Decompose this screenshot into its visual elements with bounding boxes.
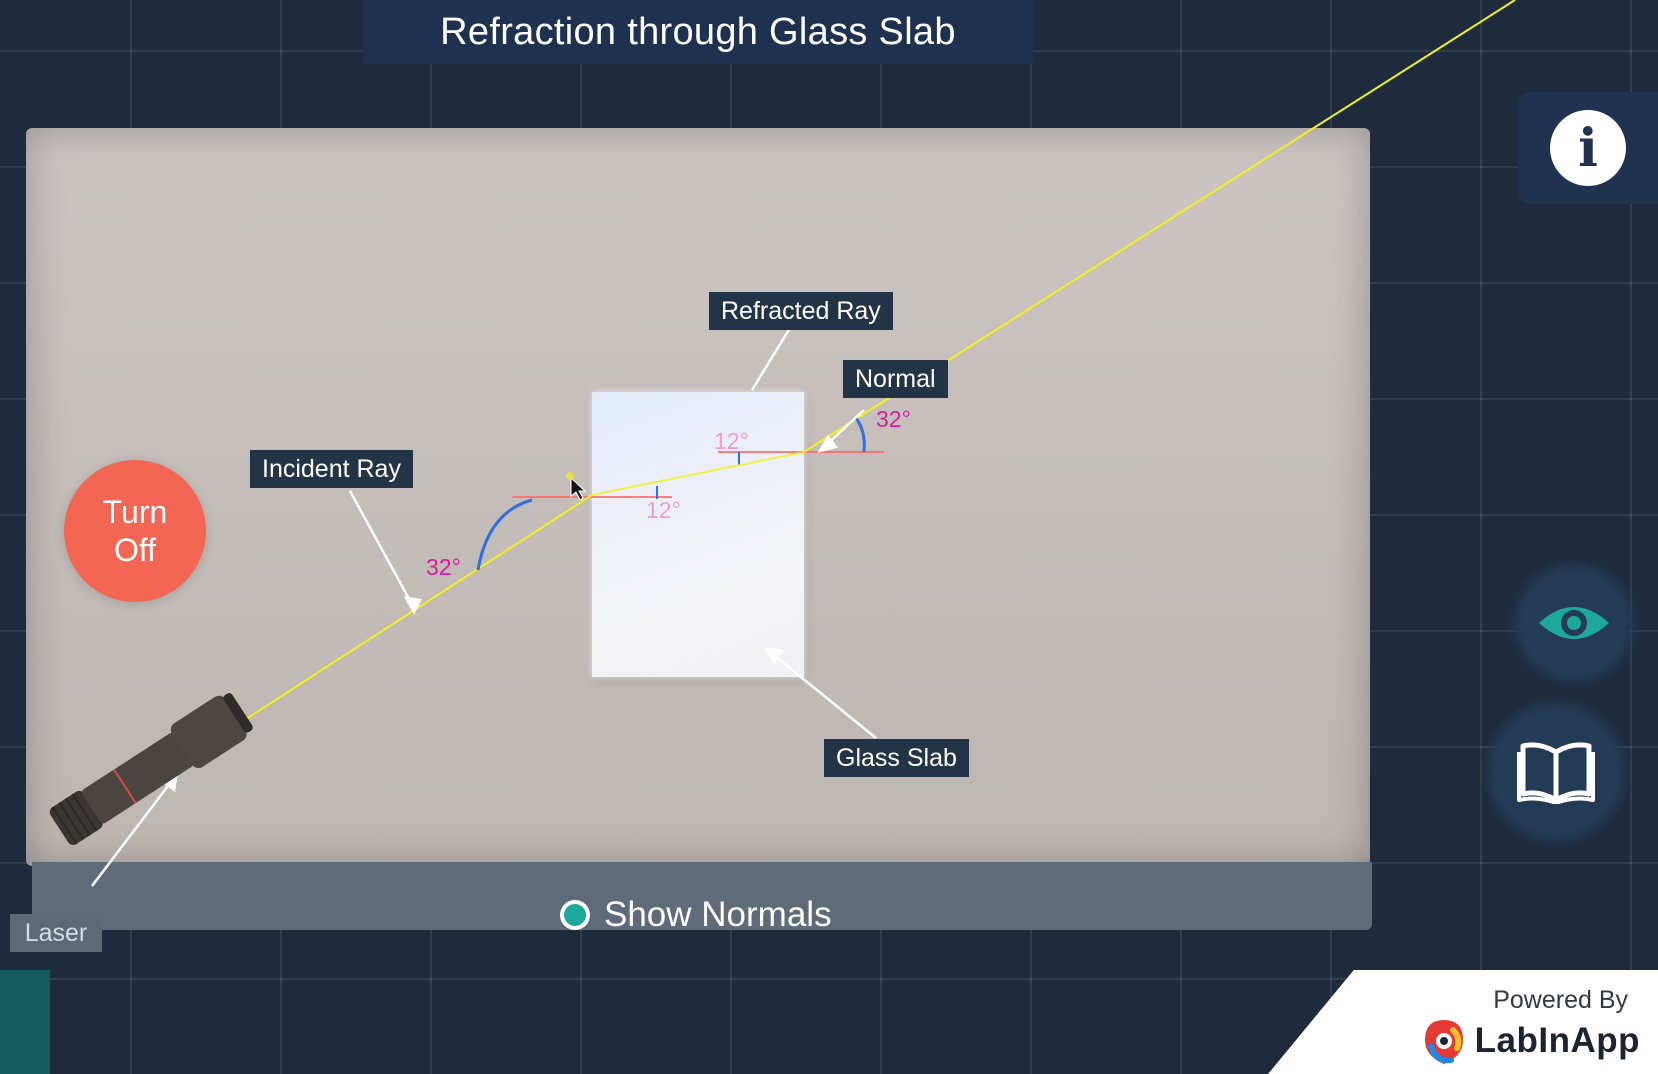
- book-icon: [1517, 742, 1595, 804]
- refraction-entry-angle-label: 12°: [646, 497, 681, 523]
- info-button[interactable]: i: [1518, 92, 1658, 204]
- emergence-angle-arc: [854, 417, 866, 453]
- labinapp-logo-icon: [1424, 1020, 1463, 1064]
- book-button[interactable]: [1482, 698, 1630, 846]
- simulation-stage: Refraction through Glass Slab 32° 12° 12…: [0, 0, 1658, 1074]
- brand-logo: LabInApp: [1421, 1016, 1640, 1066]
- refracted-ray-label: Refracted Ray: [709, 292, 893, 330]
- laser-device: [49, 693, 253, 845]
- turn-off-label: Turn Off: [102, 494, 168, 568]
- powered-by-text: Powered By: [1493, 986, 1628, 1014]
- brand-name: LabInApp: [1474, 1021, 1640, 1060]
- refraction-exit-angle-label: 12°: [714, 428, 749, 454]
- turn-off-button[interactable]: Turn Off: [64, 460, 206, 602]
- laser-label: Laser: [10, 914, 102, 952]
- emergence-angle-label: 32°: [876, 406, 911, 432]
- eye-icon: [1539, 607, 1609, 639]
- corner-panel: [0, 970, 50, 1074]
- show-normals-toggle[interactable]: Show Normals: [560, 895, 832, 935]
- info-icon: i: [1550, 110, 1626, 186]
- refracted-ray-pointer: [750, 327, 792, 391]
- incidence-angle-arc: [476, 498, 533, 571]
- incident-ray-pointer: [348, 490, 416, 609]
- show-normals-radio[interactable]: [560, 900, 590, 930]
- mouse-cursor: [566, 472, 587, 501]
- glass-slab-label: Glass Slab: [824, 739, 969, 777]
- incident-ray-label: Incident Ray: [250, 450, 413, 488]
- normal-label: Normal: [843, 360, 948, 398]
- eye-button[interactable]: [1506, 560, 1642, 686]
- glass-slab-pointer: [769, 651, 877, 739]
- show-normals-label: Show Normals: [604, 895, 832, 934]
- refracted-ray: [591, 451, 805, 496]
- incidence-angle-label: 32°: [426, 554, 461, 580]
